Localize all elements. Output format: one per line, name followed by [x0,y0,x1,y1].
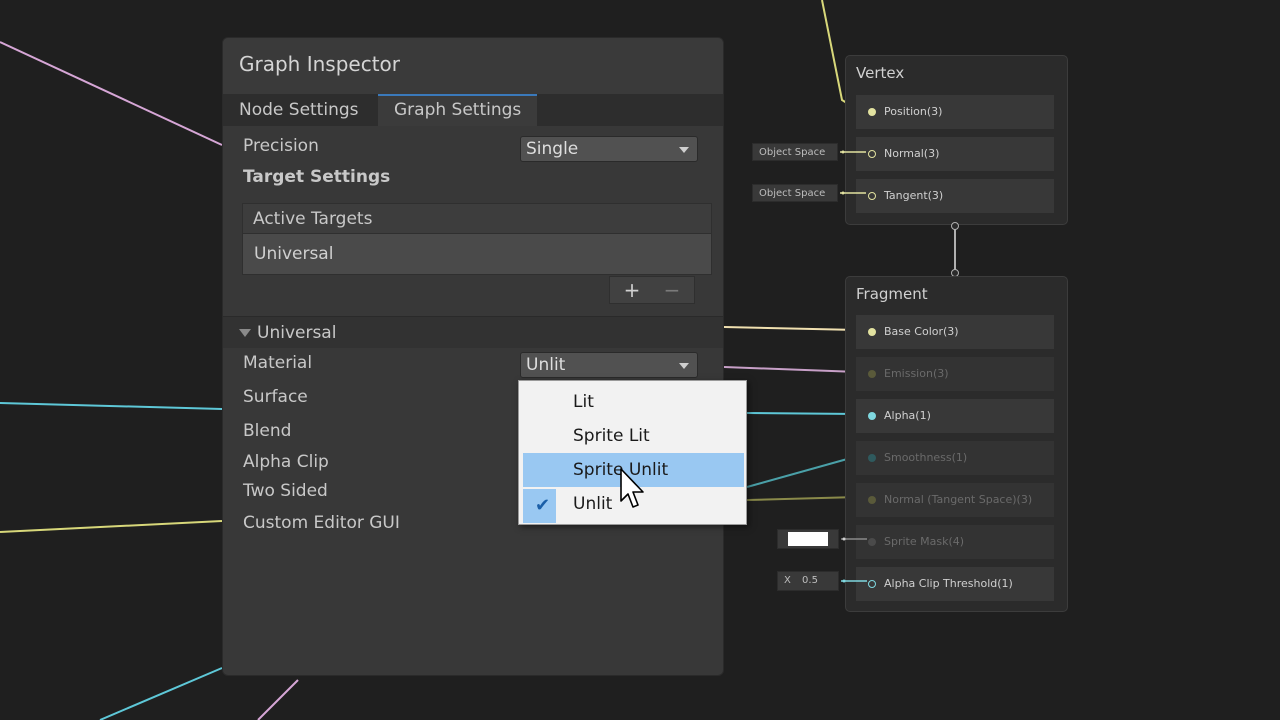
normal-space-field[interactable]: Object Space [752,143,838,161]
menu-item-lit[interactable]: Lit [523,385,744,419]
inline-field-wires [840,150,866,195]
slot-label: Emission(3) [884,367,949,380]
slot-alpha-clip-threshold[interactable]: Alpha Clip Threshold(1) [856,567,1054,601]
slot-alpha[interactable]: Alpha(1) [856,399,1054,433]
vertex-node[interactable]: Vertex Position(3) Normal(3) Tangent(3) [845,55,1068,225]
graph-inspector-panel: Graph Inspector Node Settings Graph Sett… [222,37,724,676]
slot-label: Normal(3) [884,147,940,160]
connector-port-icon [951,222,959,230]
precision-dropdown[interactable]: Single [520,136,698,162]
fragment-node[interactable]: Fragment Base Color(3) Emission(3) Alpha… [845,276,1068,612]
alpha-clip-label: Alpha Clip [243,452,329,472]
precision-value: Single [526,139,579,159]
active-targets-list: Active Targets Universal [242,203,712,275]
slot-label: Smoothness(1) [884,451,968,464]
material-label: Material [243,353,313,373]
stack-connector [954,226,956,274]
port-dot-icon[interactable] [868,370,876,378]
slot-emission[interactable]: Emission(3) [856,357,1054,391]
target-settings-heading: Target Settings [243,167,391,187]
slot-label: Tangent(3) [884,189,944,202]
wire [723,366,859,373]
add-target-button[interactable]: + [612,277,652,303]
slot-label: Alpha Clip Threshold(1) [884,577,1013,590]
port-ring-icon[interactable] [868,580,876,588]
slot-position[interactable]: Position(3) [856,95,1054,129]
inline-field-wires [841,537,867,583]
wire [257,679,299,720]
wire [0,41,223,146]
chevron-down-icon [679,147,689,153]
surface-label: Surface [243,387,308,407]
slot-label: Alpha(1) [884,409,931,422]
chevron-down-icon [679,363,689,369]
wire [723,326,859,331]
remove-target-button[interactable]: − [652,277,692,303]
slot-label: Sprite Mask(4) [884,535,965,548]
wire [746,496,859,501]
slot-sprite-mask[interactable]: Sprite Mask(4) [856,525,1054,559]
foldout-triangle-icon [239,329,251,337]
precision-label: Precision [243,136,319,156]
wire [99,667,223,720]
tab-graph-settings[interactable]: Graph Settings [378,94,538,126]
tangent-space-field[interactable]: Object Space [752,184,838,202]
wire [0,520,223,533]
axis-label: X [784,575,791,586]
universal-section-header[interactable]: Universal [223,316,723,348]
mouse-cursor-icon [620,468,644,508]
tab-node-settings[interactable]: Node Settings [223,94,375,126]
slot-label: Position(3) [884,105,943,118]
wire [0,402,223,410]
list-item[interactable]: Universal [243,234,711,274]
port-ring-icon[interactable] [868,150,876,158]
port-dot-icon[interactable] [868,454,876,462]
inspector-tabbar: Node Settings Graph Settings [223,94,723,126]
slot-tangent[interactable]: Tangent(3) [856,179,1054,213]
custom-editor-gui-label: Custom Editor GUI [243,513,400,533]
universal-section-title: Universal [257,323,337,343]
fragment-node-title: Fragment [856,285,928,303]
slot-label: Base Color(3) [884,325,959,338]
slot-base-color[interactable]: Base Color(3) [856,315,1054,349]
wire [746,412,859,415]
color-swatch[interactable] [788,532,828,546]
port-ring-icon[interactable] [868,192,876,200]
material-dropdown[interactable]: Unlit [520,352,698,378]
slot-label: Normal (Tangent Space)(3) [884,493,1033,506]
menu-item-sprite-lit[interactable]: Sprite Lit [523,419,744,453]
vertex-node-title: Vertex [856,64,905,82]
port-dot-icon[interactable] [868,496,876,504]
material-value: Unlit [526,355,566,375]
port-dot-icon[interactable] [868,412,876,420]
threshold-value[interactable]: 0.5 [802,575,818,586]
sprite-mask-color-field[interactable] [777,529,839,549]
slot-normal[interactable]: Normal(3) [856,137,1054,171]
port-dot-icon[interactable] [868,538,876,546]
inspector-title: Graph Inspector [239,52,400,76]
slot-normal-tangent-space[interactable]: Normal (Tangent Space)(3) [856,483,1054,517]
alpha-clip-threshold-field[interactable]: X 0.5 [777,571,839,591]
port-dot-icon[interactable] [868,108,876,116]
slot-smoothness[interactable]: Smoothness(1) [856,441,1054,475]
blend-label: Blend [243,421,292,441]
two-sided-label: Two Sided [243,481,328,501]
active-targets-header: Active Targets [243,204,711,234]
wire [746,455,859,488]
target-list-controls: + − [609,276,695,304]
port-dot-icon[interactable] [868,328,876,336]
